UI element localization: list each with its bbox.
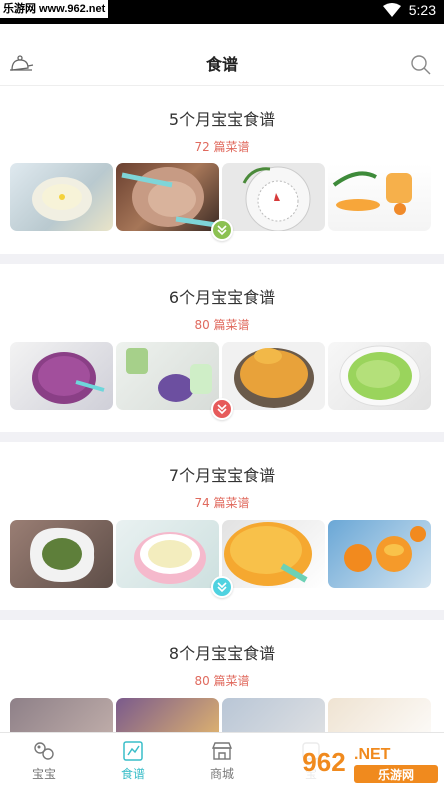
svg-text:962: 962 bbox=[302, 747, 345, 777]
section-count: 72 篇菜谱 bbox=[194, 140, 250, 154]
section-title: 7个月宝宝食谱 bbox=[168, 466, 276, 485]
tab-baby[interactable]: 宝宝 bbox=[0, 733, 88, 789]
svg-text:乐游网: 乐游网 bbox=[378, 767, 414, 782]
recipe-thumbnail[interactable] bbox=[116, 163, 219, 231]
watermark-logo: 962 .NET 乐游网 bbox=[294, 729, 444, 789]
recipe-section[interactable]: 6个月宝宝食谱 80 篇菜谱 bbox=[0, 264, 444, 432]
recipe-thumbnail[interactable] bbox=[328, 163, 431, 231]
recipe-section[interactable]: 5个月宝宝食谱 72 篇菜谱 bbox=[0, 86, 444, 254]
tab-recipe[interactable]: 食谱 bbox=[89, 733, 177, 789]
page-title: 食谱 bbox=[205, 55, 238, 74]
recipe-thumbnail[interactable] bbox=[116, 342, 219, 410]
recipe-thumbnail[interactable] bbox=[116, 520, 219, 588]
tab-label: 商城 bbox=[209, 767, 234, 781]
recipe-thumbnail[interactable] bbox=[328, 342, 431, 410]
expand-button[interactable] bbox=[211, 576, 233, 598]
recipe-thumbnail[interactable] bbox=[328, 520, 431, 588]
tab-store[interactable]: 商城 bbox=[178, 733, 266, 789]
recipe-section[interactable]: 7个月宝宝食谱 74 篇菜谱 bbox=[0, 442, 444, 610]
recipe-thumbnail[interactable] bbox=[10, 163, 113, 231]
svg-text:.NET: .NET bbox=[354, 746, 391, 763]
section-title: 8个月宝宝食谱 bbox=[168, 644, 276, 663]
status-bar: 乐游网 www.962.net 5:23 bbox=[0, 0, 444, 24]
recipe-thumbnail[interactable] bbox=[10, 698, 113, 732]
recipe-thumbnail[interactable] bbox=[10, 520, 113, 588]
baby-icon bbox=[33, 740, 55, 762]
section-count: 80 篇菜谱 bbox=[194, 674, 250, 688]
expand-button[interactable] bbox=[211, 398, 233, 420]
app-header: 食谱 bbox=[0, 24, 444, 86]
expand-button[interactable] bbox=[211, 219, 233, 241]
recipe-thumbnail[interactable] bbox=[222, 342, 325, 410]
wifi-icon bbox=[382, 3, 401, 17]
section-title: 5个月宝宝食谱 bbox=[168, 110, 276, 129]
tab-label: 宝宝 bbox=[31, 767, 56, 781]
search-icon[interactable] bbox=[410, 54, 432, 76]
status-time: 5:23 bbox=[408, 2, 436, 18]
section-count: 80 篇菜谱 bbox=[194, 318, 250, 332]
recipe-thumbnail[interactable] bbox=[222, 698, 325, 732]
recipe-thumbnail[interactable] bbox=[328, 698, 431, 732]
section-count: 74 篇菜谱 bbox=[194, 496, 250, 510]
section-title: 6个月宝宝食谱 bbox=[168, 288, 276, 307]
recipe-thumbnail[interactable] bbox=[222, 163, 325, 231]
store-icon bbox=[211, 740, 233, 762]
recipe-list[interactable]: 5个月宝宝食谱 72 篇菜谱 6个月宝宝食谱 80 篇菜谱 7个月宝宝食谱 74… bbox=[0, 86, 444, 732]
recipe-section[interactable]: 8个月宝宝食谱 80 篇菜谱 bbox=[0, 620, 444, 732]
recipe-thumbnail[interactable] bbox=[116, 698, 219, 732]
recipe-icon bbox=[122, 740, 144, 762]
recipe-thumbnail[interactable] bbox=[10, 342, 113, 410]
tab-label: 食谱 bbox=[120, 767, 145, 781]
recipe-thumbnail[interactable] bbox=[222, 520, 325, 588]
watermark-label: 乐游网 www.962.net bbox=[0, 0, 109, 18]
